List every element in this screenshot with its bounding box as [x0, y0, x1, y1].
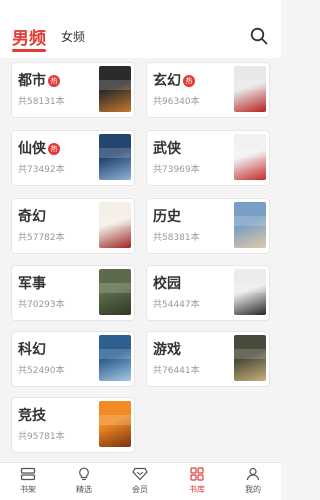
cover-art-stripe — [234, 80, 266, 90]
cover-art-stripe — [99, 216, 131, 226]
active-tab-underline — [12, 49, 46, 52]
cover-art-stripe — [234, 216, 266, 226]
category-card[interactable]: 奇幻共57782本 — [11, 198, 135, 254]
category-card[interactable]: 军事共70293本 — [11, 265, 135, 321]
book-cover-thumbnail — [99, 401, 131, 447]
category-name-text: 武侠 — [153, 141, 181, 157]
search-icon — [250, 27, 268, 45]
book-cover-thumbnail — [234, 66, 266, 112]
category-name-text: 都市 — [18, 73, 46, 89]
book-cover-thumbnail — [234, 269, 266, 315]
category-name-text: 历史 — [153, 209, 181, 225]
category-book-count: 共58381本 — [153, 233, 200, 243]
nav-profile[interactable]: 我的 — [233, 467, 273, 495]
cover-art-stripe — [99, 148, 131, 158]
book-cover-thumbnail — [234, 134, 266, 180]
category-name: 历史 — [153, 206, 181, 226]
nav-library-label: 书库 — [189, 485, 205, 494]
cover-art-stripe — [234, 349, 266, 359]
cover-art-stripe — [234, 283, 266, 293]
nav-featured[interactable]: 精选 — [64, 467, 104, 495]
category-book-count: 共54447本 — [153, 300, 200, 310]
hot-badge: 热 — [183, 75, 195, 87]
category-card[interactable]: 历史共58381本 — [146, 198, 270, 254]
category-name: 游戏 — [153, 339, 181, 359]
category-name-text: 奇幻 — [18, 209, 46, 225]
category-name-text: 游戏 — [153, 342, 181, 358]
category-book-count: 共73492本 — [18, 165, 65, 175]
category-name: 玄幻热 — [153, 70, 195, 90]
hot-badge: 热 — [48, 143, 60, 155]
category-name-text: 校园 — [153, 276, 181, 292]
book-cover-thumbnail — [99, 269, 131, 315]
bottom-nav: 书架 精选 会员 书库 我的 — [0, 462, 281, 500]
hot-badge: 热 — [48, 75, 60, 87]
category-book-count: 共73969本 — [153, 165, 200, 175]
tab-male[interactable]: 男频 — [12, 24, 46, 52]
category-name: 军事 — [18, 273, 46, 293]
grid-icon — [190, 467, 204, 481]
category-name: 仙侠热 — [18, 138, 60, 158]
category-card[interactable]: 武侠共73969本 — [146, 130, 270, 186]
category-card[interactable]: 玄幻热共96340本 — [146, 62, 270, 118]
category-name-text: 仙侠 — [18, 141, 46, 157]
category-book-count: 共58131本 — [18, 97, 65, 107]
category-card[interactable]: 都市热共58131本 — [11, 62, 135, 118]
nav-vip-label: 会员 — [132, 485, 148, 494]
category-book-count: 共70293本 — [18, 300, 65, 310]
search-button[interactable] — [250, 27, 268, 45]
category-name: 科幻 — [18, 339, 46, 359]
book-cover-thumbnail — [234, 335, 266, 381]
category-book-count: 共52490本 — [18, 366, 65, 376]
category-card[interactable]: 竞技共95781本 — [11, 397, 135, 453]
tab-male-label: 男频 — [12, 29, 46, 49]
category-book-count: 共96340本 — [153, 97, 200, 107]
nav-featured-label: 精选 — [76, 485, 92, 494]
cover-art-stripe — [99, 283, 131, 293]
category-book-count: 共57782本 — [18, 233, 65, 243]
user-icon — [246, 467, 260, 481]
category-name-text: 玄幻 — [153, 73, 181, 89]
category-card[interactable]: 仙侠热共73492本 — [11, 130, 135, 186]
nav-bookshelf[interactable]: 书架 — [8, 467, 48, 495]
tab-female[interactable]: 女频 — [61, 28, 85, 45]
category-name-text: 竞技 — [18, 408, 46, 424]
cover-art-stripe — [99, 415, 131, 425]
book-cover-thumbnail — [99, 335, 131, 381]
category-name: 校园 — [153, 273, 181, 293]
category-name: 竞技 — [18, 405, 46, 425]
nav-profile-label: 我的 — [245, 485, 261, 494]
top-header: 男频 女频 — [0, 0, 281, 58]
category-card[interactable]: 校园共54447本 — [146, 265, 270, 321]
book-cover-thumbnail — [99, 134, 131, 180]
tab-female-label: 女频 — [61, 30, 86, 44]
category-book-count: 共95781本 — [18, 432, 65, 442]
category-card[interactable]: 游戏共76441本 — [146, 331, 270, 387]
lightbulb-icon — [79, 467, 89, 481]
bookshelf-icon — [20, 467, 36, 481]
vip-diamond-icon — [132, 467, 148, 481]
category-name: 都市热 — [18, 70, 60, 90]
nav-vip[interactable]: 会员 — [120, 467, 160, 495]
cover-art-stripe — [99, 349, 131, 359]
book-cover-thumbnail — [99, 202, 131, 248]
nav-library[interactable]: 书库 — [177, 467, 217, 495]
cover-art-stripe — [99, 80, 131, 90]
category-card[interactable]: 科幻共52490本 — [11, 331, 135, 387]
category-name: 奇幻 — [18, 206, 46, 226]
category-name-text: 科幻 — [18, 342, 46, 358]
category-name: 武侠 — [153, 138, 181, 158]
category-book-count: 共76441本 — [153, 366, 200, 376]
book-cover-thumbnail — [234, 202, 266, 248]
nav-bookshelf-label: 书架 — [20, 485, 36, 494]
cover-art-stripe — [234, 148, 266, 158]
book-cover-thumbnail — [99, 66, 131, 112]
category-name-text: 军事 — [18, 276, 46, 292]
